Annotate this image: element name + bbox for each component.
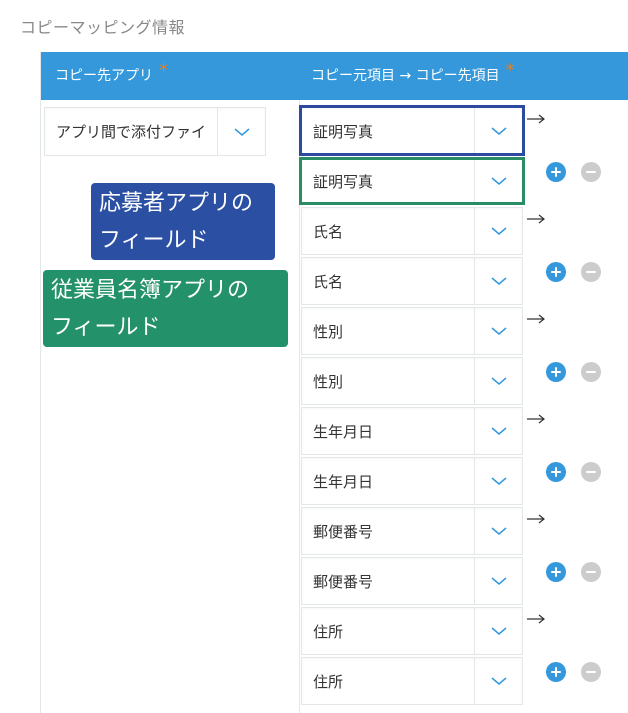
arrow-right-icon bbox=[527, 114, 545, 124]
source-field-select[interactable]: 生年月日 bbox=[301, 407, 523, 455]
dropdown-toggle[interactable] bbox=[474, 608, 522, 654]
chevron-down-icon bbox=[491, 227, 506, 235]
source-field-select[interactable]: 氏名 bbox=[301, 207, 523, 255]
callout-dest-line2: フィールド bbox=[51, 315, 161, 340]
callout-source-line1: 応募者アプリの bbox=[99, 191, 254, 216]
source-field-select-value: 郵便番号 bbox=[313, 522, 374, 541]
dest-field-select[interactable]: 氏名 bbox=[301, 257, 523, 305]
minus-icon bbox=[586, 171, 596, 173]
minus-icon bbox=[586, 471, 596, 473]
source-field-select[interactable]: 証明写真 bbox=[301, 107, 523, 155]
header-dest-app-label: コピー先アプリ bbox=[55, 68, 153, 84]
dest-app-dropdown-toggle[interactable] bbox=[217, 108, 265, 155]
dest-field-callout: 従業員名簿アプリの フィールド bbox=[43, 270, 288, 347]
chevron-down-icon bbox=[491, 577, 506, 585]
plus-icon bbox=[551, 367, 561, 377]
plus-icon bbox=[551, 567, 561, 577]
plus-icon bbox=[551, 467, 561, 477]
chevron-down-icon bbox=[491, 677, 506, 685]
arrow-right-icon bbox=[527, 514, 545, 524]
column-divider bbox=[299, 100, 300, 713]
minus-icon bbox=[586, 371, 596, 373]
source-field-select-value: 氏名 bbox=[313, 222, 344, 241]
source-field-select[interactable]: 性別 bbox=[301, 307, 523, 355]
dropdown-toggle[interactable] bbox=[474, 458, 522, 504]
header-dest-app: コピー先アプリ * bbox=[55, 60, 168, 85]
add-row-button[interactable] bbox=[546, 362, 566, 382]
remove-row-button[interactable] bbox=[581, 362, 601, 382]
table-header: コピー先アプリ * コピー元項目 → コピー先項目 * bbox=[41, 52, 628, 100]
plus-icon bbox=[551, 667, 561, 677]
callout-source-line2: フィールド bbox=[99, 228, 209, 253]
arrow-right-icon bbox=[527, 314, 545, 324]
plus-icon bbox=[551, 167, 561, 177]
source-field-callout: 応募者アプリの フィールド bbox=[91, 183, 275, 260]
header-mapping-label: コピー元項目 → コピー先項目 bbox=[311, 68, 500, 84]
required-mark: * bbox=[505, 60, 515, 81]
dropdown-toggle[interactable] bbox=[474, 308, 522, 354]
chevron-down-icon bbox=[491, 277, 506, 285]
plus-icon bbox=[551, 267, 561, 277]
chevron-down-icon bbox=[491, 477, 506, 485]
chevron-down-icon bbox=[234, 127, 249, 136]
add-row-button[interactable] bbox=[546, 162, 566, 182]
dest-field-select-value: 証明写真 bbox=[313, 172, 374, 191]
dropdown-toggle[interactable] bbox=[474, 208, 522, 254]
chevron-down-icon bbox=[491, 427, 506, 435]
chevron-down-icon bbox=[491, 127, 506, 135]
dest-field-select[interactable]: 生年月日 bbox=[301, 457, 523, 505]
add-row-button[interactable] bbox=[546, 662, 566, 682]
dropdown-toggle[interactable] bbox=[474, 408, 522, 454]
add-row-button[interactable] bbox=[546, 562, 566, 582]
required-mark: * bbox=[159, 60, 168, 81]
dest-field-select[interactable]: 住所 bbox=[301, 657, 523, 705]
header-mapping: コピー元項目 → コピー先項目 * bbox=[311, 60, 515, 85]
source-field-select[interactable]: 住所 bbox=[301, 607, 523, 655]
dest-field-select-value: 郵便番号 bbox=[313, 572, 374, 591]
arrow-right-icon bbox=[527, 614, 545, 624]
dest-app-value: アプリ間で添付ファイ bbox=[56, 123, 207, 141]
dropdown-toggle[interactable] bbox=[474, 658, 522, 704]
remove-row-button[interactable] bbox=[581, 262, 601, 282]
chevron-down-icon bbox=[491, 627, 506, 635]
remove-row-button[interactable] bbox=[581, 562, 601, 582]
source-field-select-value: 生年月日 bbox=[313, 422, 374, 441]
chevron-down-icon bbox=[491, 177, 506, 185]
minus-icon bbox=[586, 571, 596, 573]
minus-icon bbox=[586, 271, 596, 273]
dropdown-toggle[interactable] bbox=[474, 108, 522, 154]
dropdown-toggle[interactable] bbox=[474, 558, 522, 604]
add-row-button[interactable] bbox=[546, 262, 566, 282]
remove-row-button[interactable] bbox=[581, 162, 601, 182]
dropdown-toggle[interactable] bbox=[474, 358, 522, 404]
remove-row-button[interactable] bbox=[581, 462, 601, 482]
dest-field-select-value: 生年月日 bbox=[313, 472, 374, 491]
add-row-button[interactable] bbox=[546, 462, 566, 482]
source-field-select-value: 住所 bbox=[313, 622, 344, 641]
dest-field-select[interactable]: 郵便番号 bbox=[301, 557, 523, 605]
source-field-select-value: 証明写真 bbox=[313, 122, 374, 141]
callout-dest-line1: 従業員名簿アプリの bbox=[51, 278, 250, 303]
dropdown-toggle[interactable] bbox=[474, 258, 522, 304]
dest-field-select[interactable]: 性別 bbox=[301, 357, 523, 405]
source-field-select[interactable]: 郵便番号 bbox=[301, 507, 523, 555]
dest-field-select-value: 住所 bbox=[313, 672, 344, 691]
arrow-right-icon bbox=[527, 214, 545, 224]
remove-row-button[interactable] bbox=[581, 662, 601, 682]
chevron-down-icon bbox=[491, 527, 506, 535]
dest-field-select-value: 氏名 bbox=[313, 272, 344, 291]
dropdown-toggle[interactable] bbox=[474, 508, 522, 554]
section-title: コピーマッピング情報 bbox=[20, 18, 186, 37]
arrow-right-icon bbox=[527, 414, 545, 424]
source-field-select-value: 性別 bbox=[313, 322, 344, 341]
chevron-down-icon bbox=[491, 327, 506, 335]
chevron-down-icon bbox=[491, 377, 506, 385]
dropdown-toggle[interactable] bbox=[474, 158, 522, 204]
dest-field-select-value: 性別 bbox=[313, 372, 344, 391]
minus-icon bbox=[586, 671, 596, 673]
dest-app-select[interactable]: アプリ間で添付ファイ bbox=[44, 107, 266, 156]
dest-field-select[interactable]: 証明写真 bbox=[301, 157, 523, 205]
